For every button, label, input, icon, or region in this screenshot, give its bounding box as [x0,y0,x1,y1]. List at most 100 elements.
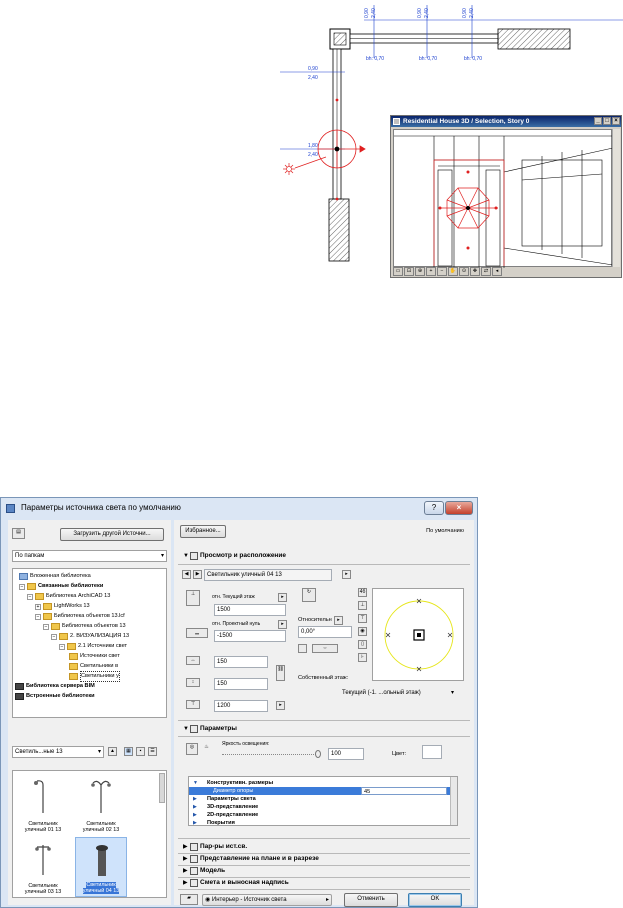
height2-menu-icon[interactable]: ▸ [276,701,285,710]
triangle-right-icon[interactable]: ▶ [193,811,197,819]
section-parameters[interactable]: ▼ Параметры [178,723,470,735]
collapse-icon[interactable]: − [19,583,25,590]
object-item[interactable]: Светильник уличный 01 13 [17,775,69,835]
tree-node[interactable]: − 2.1 Источники свет [59,642,127,651]
view-mode-select[interactable]: По папкам ▾ [12,550,167,562]
small-icons-icon[interactable]: ▪ [136,747,145,756]
rel-story-menu-icon[interactable]: ▸ [278,593,287,602]
layer-select[interactable]: ◉ Интерьер - Источник света ▸ [202,894,332,906]
parameter-row[interactable]: ▶ Параметры света [189,795,451,803]
tree-node[interactable]: − Библиотека ArchiCAD 13 [27,592,110,601]
parameter-row[interactable]: ▶ 2D-представление [189,811,451,819]
collapse-icon[interactable]: − [27,593,33,600]
tree-node[interactable]: Вложенная библиотека [19,572,91,581]
angle-field[interactable]: 0,00° [298,626,352,638]
section-collapsed[interactable]: ▶ Представление на плане и в разрезе [178,853,470,865]
navigate-icon[interactable]: ⇄ [481,267,491,276]
width-field[interactable]: 150 [214,656,268,668]
large-icons-icon[interactable]: ▦ [124,747,133,756]
anchor-bottom-icon[interactable]: ⊥ [358,601,367,610]
anchor-side-icon[interactable]: ▯ [358,640,367,649]
section-collapsed[interactable]: ▶ Модель [178,865,470,877]
tree-node[interactable]: − Библиотека объектов 13 [43,622,126,631]
tree-node[interactable]: Светильники в [69,662,118,671]
list-view-icon[interactable]: ☰ [148,747,157,756]
depth-field[interactable]: 150 [214,678,268,690]
anchor-3d-icon[interactable]: 4б [358,588,367,597]
story-select[interactable]: Текущий (-1. ...ольный этаж) ▾ [340,688,456,700]
3d-window-titlebar[interactable]: Residential House 3D / Selection, Story … [391,116,621,127]
parameter-row[interactable]: ▼ Конструктивн. размеры [189,779,451,787]
ok-button[interactable]: OK [408,893,462,907]
chain-link-icon[interactable]: ⛓ [276,665,285,681]
parameter-row[interactable]: ▶ 3D-представление [189,803,451,811]
section-collapsed[interactable]: ▶ Пар-ры ист.св. [178,841,470,853]
light-source-symbol[interactable] [317,129,366,169]
brightness-slider[interactable] [222,754,318,756]
collapse-icon[interactable]: − [43,623,49,630]
object-scrollbar[interactable] [159,773,165,803]
library-manager-icon[interactable]: ▤ [12,528,25,539]
triangle-right-icon[interactable]: ▶ [193,819,197,825]
light-bulb-icon[interactable]: ◎ [186,743,198,755]
triangle-down-icon[interactable]: ▼ [193,779,198,787]
parameter-row[interactable]: Диаметр опоры 45 [189,787,451,795]
cancel-button[interactable]: Отменить [344,893,398,907]
tree-node[interactable]: − 2. ВИЗУАЛИЗАЦИЯ 13 [51,632,129,641]
anchor-center-icon[interactable]: ◉ [358,627,367,636]
section-preview-placement[interactable]: ▼ Просмотр и расположение [178,550,470,562]
elevation-field[interactable]: -1500 [214,630,286,642]
tree-node[interactable]: Встроенные библиотеки [15,692,95,701]
object-item[interactable]: Светильник уличный 02 13 [75,775,127,835]
toolbar-tool-icon[interactable]: ▭ [393,267,403,276]
folder-up-icon[interactable]: ▲ [108,747,117,756]
object-item-selected[interactable]: Светильник уличный 04 13 [75,837,127,897]
parameter-value-field[interactable]: 45 [361,787,447,795]
3d-viewport[interactable] [393,129,614,268]
tree-node[interactable]: − Связанные библиотеки [19,582,103,591]
section-collapsed[interactable]: ▶ Смета и выносная надпись [178,877,470,889]
tree-node[interactable]: Библиотека сервера BIM [15,682,95,691]
fit-view-icon[interactable]: ⊡ [404,267,414,276]
maximize-button[interactable]: □ [603,117,611,125]
expand-icon[interactable]: + [35,603,41,610]
tree-node[interactable]: − Библиотека объектов 13.lcf [35,612,125,621]
collapse-icon[interactable]: − [59,643,65,650]
orbit-icon[interactable]: ✋ [448,267,458,276]
zoom-area-icon[interactable]: ⊕ [415,267,425,276]
color-swatch[interactable] [422,745,442,759]
help-button[interactable]: ? [424,501,444,515]
anchor-top-icon[interactable]: ⊤ [358,614,367,623]
object-preview[interactable] [372,588,464,681]
favorites-button[interactable]: Избранное... [180,525,226,538]
rel-zero-menu-icon[interactable]: ▸ [278,620,287,629]
close-button[interactable]: × [445,501,473,515]
object-item[interactable]: Светильник уличный 03 13 [17,837,69,897]
relative-menu-icon[interactable]: ▸ [334,616,343,625]
collapse-icon[interactable]: − [35,613,41,620]
close-button[interactable]: × [612,117,620,125]
height2-field[interactable]: 1200 [214,700,268,712]
anchor-edge-icon[interactable]: ⊦ [358,653,367,662]
3d-window[interactable]: Residential House 3D / Selection, Story … [390,115,622,278]
collapse-icon[interactable]: − [51,633,57,640]
parameter-row[interactable]: ▶ Покрытия [189,819,451,825]
brightness-field[interactable]: 100 [328,748,364,760]
object-menu-icon[interactable]: ▸ [342,570,351,579]
zoom-in-icon[interactable]: + [426,267,436,276]
load-other-button[interactable]: Загрузить другой Источни... [60,528,164,541]
parameters-scrollbar[interactable] [450,777,457,825]
zoom-out-icon[interactable]: − [437,267,447,276]
slider-thumb[interactable] [315,750,321,758]
folder-select[interactable]: Светиль...ные 13 ▾ [12,746,104,758]
walk-icon[interactable]: ✥ [470,267,480,276]
minimize-button[interactable]: _ [594,117,602,125]
tree-node[interactable]: Светильники у [69,671,120,682]
mirror-checkbox[interactable] [298,644,307,653]
tree-node[interactable]: Источники свет [69,652,120,661]
triangle-right-icon[interactable]: ▶ [193,803,197,811]
triangle-right-icon[interactable]: ▶ [193,795,197,803]
tree-node[interactable]: + LightWorks 13 [35,602,90,611]
next-object-icon[interactable]: ▶ [193,570,202,579]
zoom-icon[interactable]: ⊙ [459,267,469,276]
